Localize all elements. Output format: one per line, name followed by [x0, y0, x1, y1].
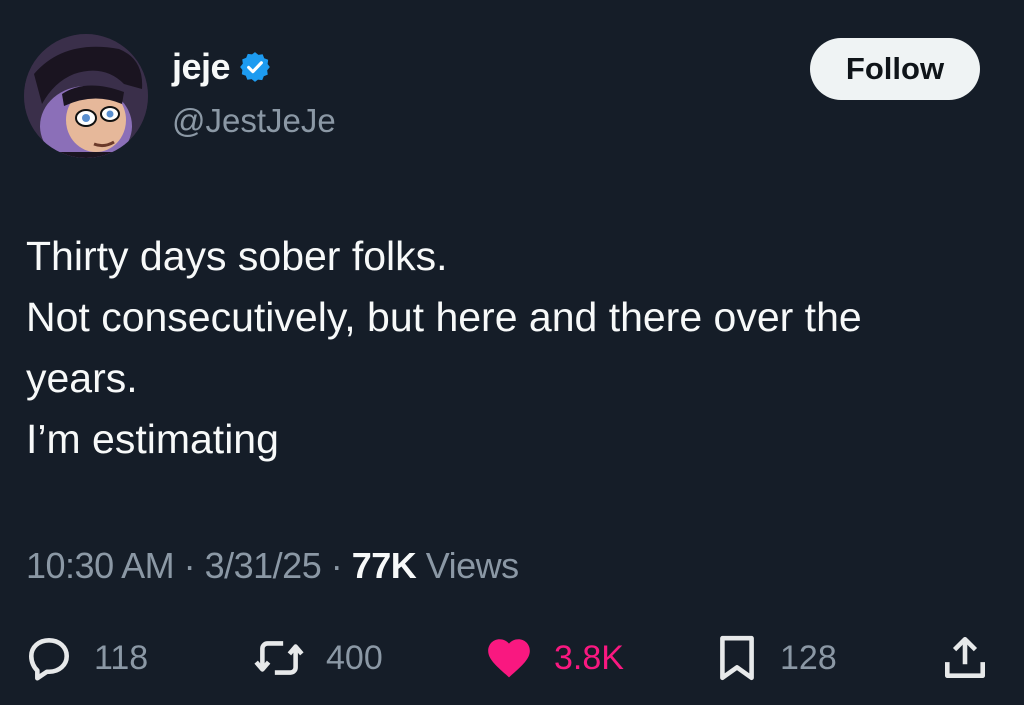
tweet-text-line: Thirty days sober folks. — [26, 233, 448, 279]
retweet-count: 400 — [326, 638, 383, 677]
reply-button[interactable]: 118 — [24, 630, 148, 686]
user-handle[interactable]: @JestJeJe — [172, 102, 336, 140]
display-name-row[interactable]: jeje — [172, 46, 272, 88]
views-label: Views — [416, 545, 519, 586]
tweet-meta: 10:30 AM · 3/31/25 · 77K Views — [26, 545, 519, 587]
tweet-text-line: I’m estimating — [26, 416, 279, 462]
heart-icon — [484, 633, 534, 683]
like-count: 3.8K — [554, 638, 624, 677]
verified-badge-icon — [238, 50, 272, 84]
share-button[interactable] — [940, 630, 990, 686]
tweet-card: jeje @JestJeJe Follow Thirty days sober … — [0, 0, 1024, 705]
follow-button[interactable]: Follow — [810, 38, 980, 100]
tweet-text-line: Not consecutively, but here and there ov… — [26, 294, 862, 340]
bookmark-icon — [714, 633, 760, 683]
display-name[interactable]: jeje — [172, 46, 231, 88]
bookmark-count: 128 — [780, 638, 837, 677]
retweet-icon — [252, 633, 306, 683]
avatar[interactable] — [24, 34, 148, 158]
meta-separator: · — [321, 545, 352, 586]
tweet-time[interactable]: 10:30 AM — [26, 545, 175, 586]
views-count[interactable]: 77K — [352, 545, 417, 586]
meta-separator: · — [174, 545, 205, 586]
bookmark-button[interactable]: 128 — [714, 630, 837, 686]
tweet-date[interactable]: 3/31/25 — [205, 545, 322, 586]
reply-icon — [24, 633, 74, 683]
like-button[interactable]: 3.8K — [484, 630, 624, 686]
tweet-text: Thirty days sober folks. Not consecutive… — [26, 226, 1006, 470]
retweet-button[interactable]: 400 — [252, 630, 383, 686]
reply-count: 118 — [94, 638, 149, 677]
avatar-image — [24, 34, 148, 158]
tweet-text-line: years. — [26, 355, 138, 401]
share-icon — [940, 633, 990, 683]
